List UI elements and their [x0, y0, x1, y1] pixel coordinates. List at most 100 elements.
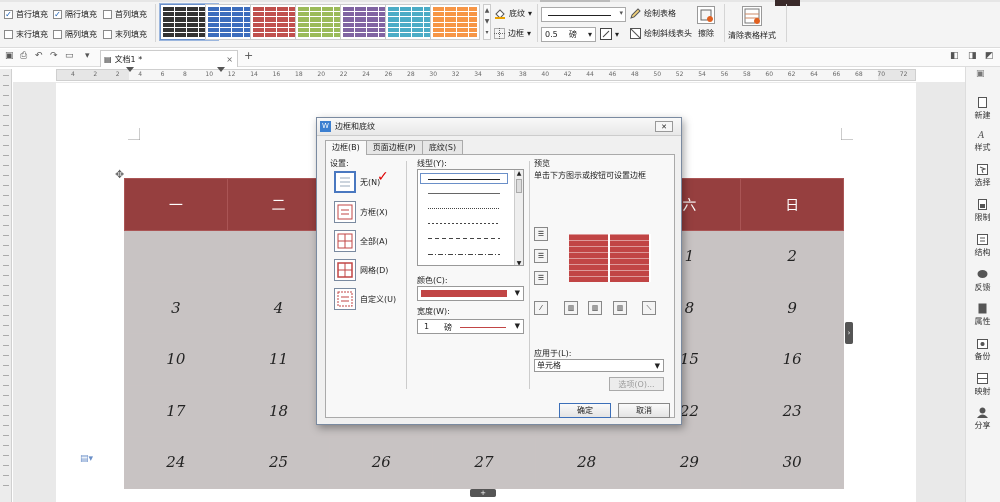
- day-cell[interactable]: 25: [226, 436, 331, 489]
- print-icon[interactable]: ⎙: [20, 51, 27, 61]
- expand-panel-handle[interactable]: ›: [845, 322, 853, 344]
- day-cell[interactable]: 30: [740, 436, 844, 489]
- shading-button[interactable]: 底纹 ▾: [494, 8, 532, 19]
- line-width-select[interactable]: 0.5 磅 ▾: [541, 27, 596, 42]
- weekday-header[interactable]: 二: [226, 178, 331, 231]
- panel-mapping[interactable]: 映射: [966, 373, 999, 397]
- window-option-icon[interactable]: ◩: [985, 51, 994, 61]
- document-tab[interactable]: ▤ 文档1 * ×: [100, 50, 238, 67]
- panel-structure[interactable]: 结构: [966, 234, 999, 258]
- panel-new[interactable]: 新建: [966, 97, 999, 121]
- table-style-option[interactable]: [430, 4, 480, 40]
- add-row-handle[interactable]: +: [470, 489, 496, 497]
- panel-settings-icon[interactable]: ▣: [976, 69, 985, 79]
- day-cell[interactable]: 23: [740, 384, 844, 437]
- line-style-dash-dot[interactable]: [428, 254, 500, 255]
- top-border-button[interactable]: ☰: [534, 227, 548, 241]
- undo-icon[interactable]: ↶: [35, 51, 43, 61]
- line-style-solid[interactable]: [428, 179, 500, 180]
- draw-table-button[interactable]: 绘制表格: [630, 8, 676, 19]
- day-cell[interactable]: 17: [124, 384, 228, 437]
- day-cell[interactable]: 3: [124, 281, 228, 334]
- diagonal-down-border-button[interactable]: ⟍: [642, 301, 656, 315]
- tab-borders[interactable]: 边框(B): [325, 140, 367, 155]
- inside-horizontal-border-button[interactable]: ☰: [534, 249, 548, 263]
- day-cell[interactable]: 9: [740, 281, 844, 334]
- line-style-list[interactable]: ▲ ▼: [417, 169, 524, 266]
- line-style-dotted[interactable]: [428, 208, 500, 209]
- day-cell[interactable]: 27: [432, 436, 536, 489]
- gallery-scroll[interactable]: ▲ ▼ ▾: [483, 4, 491, 40]
- line-style-select[interactable]: ▾: [541, 7, 626, 22]
- day-cell[interactable]: 28: [534, 436, 639, 489]
- eraser-button[interactable]: 擦除: [697, 6, 715, 39]
- setting-all[interactable]: 全部(A): [334, 230, 388, 252]
- day-cell[interactable]: 10: [124, 333, 228, 386]
- borders-button[interactable]: 边框 ▾: [494, 28, 531, 39]
- panel-feedback[interactable]: 反馈: [966, 269, 999, 293]
- indent-marker[interactable]: [217, 67, 225, 72]
- setting-none[interactable]: 无(N): [334, 171, 380, 193]
- panel-style[interactable]: A 样式: [966, 129, 999, 153]
- alternate-row-fill-checkbox[interactable]: ✓ 隔行填充: [53, 9, 97, 20]
- pen-color-button[interactable]: ▾: [600, 28, 619, 40]
- day-cell[interactable]: 11: [226, 333, 331, 386]
- table-move-handle-icon[interactable]: ✥: [115, 168, 124, 181]
- first-column-fill-checkbox[interactable]: 首列填充: [103, 9, 147, 20]
- border-color-select[interactable]: ▼: [417, 286, 524, 301]
- setting-custom[interactable]: 自定义(U): [334, 288, 396, 310]
- format-painter-icon[interactable]: ▭: [65, 51, 74, 61]
- window-option-icon[interactable]: ◧: [950, 51, 959, 61]
- day-cell[interactable]: 26: [329, 436, 434, 489]
- paragraph-menu-icon[interactable]: ▤▾: [80, 454, 93, 464]
- setting-box[interactable]: 方框(X): [334, 201, 388, 223]
- first-row-fill-checkbox[interactable]: ✓ 首行填充: [4, 9, 48, 20]
- day-cell[interactable]: 18: [226, 384, 331, 437]
- day-cell[interactable]: 24: [124, 436, 228, 489]
- weekday-header[interactable]: 一: [124, 178, 228, 231]
- close-tab-icon[interactable]: ×: [226, 55, 233, 64]
- border-width-select[interactable]: 1 磅 ▼: [417, 319, 524, 334]
- panel-select[interactable]: 选择: [966, 164, 999, 188]
- day-cell[interactable]: 16: [740, 333, 844, 386]
- customize-dropdown-icon[interactable]: ▾: [85, 51, 90, 61]
- right-border-button[interactable]: ▥: [613, 301, 627, 315]
- day-cell[interactable]: 4: [226, 281, 331, 334]
- panel-properties[interactable]: 属性: [966, 303, 999, 327]
- diagonal-up-border-button[interactable]: ⁄: [534, 301, 548, 315]
- window-option-icon[interactable]: ◨: [968, 51, 977, 61]
- inside-vertical-border-button[interactable]: ▥: [588, 301, 602, 315]
- panel-share[interactable]: 分享: [966, 407, 999, 431]
- setting-grid[interactable]: 网格(D): [334, 259, 388, 281]
- line-list-scrollbar[interactable]: ▲ ▼: [514, 170, 523, 265]
- day-cell[interactable]: 2: [740, 230, 844, 283]
- save-icon[interactable]: ▣: [5, 51, 14, 61]
- left-border-button[interactable]: ▥: [564, 301, 578, 315]
- draw-diagonal-header-button[interactable]: 绘制斜线表头: [630, 28, 692, 39]
- close-icon[interactable]: ✕: [655, 121, 673, 132]
- indent-marker[interactable]: [126, 67, 134, 72]
- alternate-column-fill-checkbox[interactable]: 隔列填充: [53, 29, 97, 40]
- options-button[interactable]: 选项(O)...: [609, 377, 664, 391]
- dialog-title-bar[interactable]: W 边框和底纹: [317, 118, 681, 136]
- last-column-fill-checkbox[interactable]: 末列填充: [103, 29, 147, 40]
- bottom-border-button[interactable]: ☰: [534, 271, 548, 285]
- last-row-fill-checkbox[interactable]: 末行填充: [4, 29, 48, 40]
- panel-restrict[interactable]: 限制: [966, 199, 999, 223]
- ok-button[interactable]: 确定: [559, 403, 611, 418]
- day-cell[interactable]: [226, 230, 331, 283]
- border-preview[interactable]: [569, 234, 651, 282]
- day-cell[interactable]: 29: [637, 436, 742, 489]
- new-tab-icon[interactable]: +: [244, 49, 253, 62]
- panel-backup[interactable]: 备份: [966, 338, 999, 362]
- redo-icon[interactable]: ↷: [50, 51, 58, 61]
- apply-to-select[interactable]: 单元格 ▼: [534, 359, 664, 372]
- horizontal-ruler[interactable]: 4 2 2 4 6 8 10 12 14 16 18 20 22 24 26 28 30 32 34 36 38 40 42…: [56, 69, 916, 81]
- clear-table-style-button[interactable]: 清除表格样式: [728, 6, 776, 41]
- tab-page-border[interactable]: 页面边框(P): [365, 140, 423, 154]
- line-style-dashed[interactable]: [428, 223, 500, 224]
- cancel-button[interactable]: 取消: [618, 403, 670, 418]
- line-style-long-dash[interactable]: [428, 238, 500, 239]
- day-cell[interactable]: [124, 230, 228, 283]
- tab-shading[interactable]: 底纹(S): [421, 140, 464, 154]
